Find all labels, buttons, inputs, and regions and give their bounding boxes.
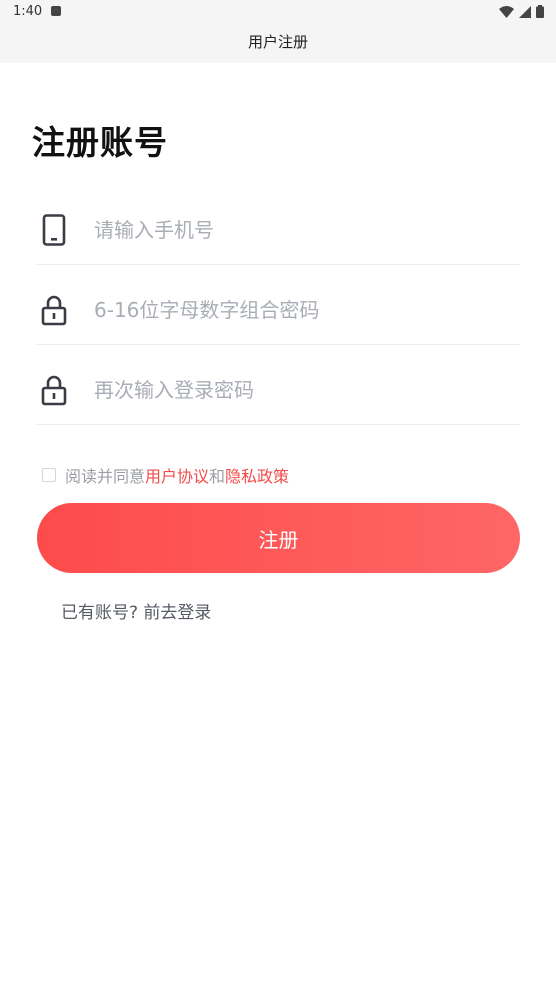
nav-title: 用户注册: [247, 33, 308, 51]
wifi-icon: [499, 5, 514, 18]
confirm-password-field-row: [37, 344, 520, 425]
agreement-row: 阅读并同意 用户协议和隐私政策: [42, 463, 289, 487]
lock-icon: [41, 375, 67, 406]
battery-icon: [536, 5, 544, 18]
register-button[interactable]: 注册: [37, 503, 520, 573]
lock-icon: [41, 295, 67, 326]
phone-field-row: [37, 184, 520, 265]
phone-input[interactable]: [92, 212, 496, 248]
status-bar: 1:40: [0, 0, 556, 24]
nav-bar: 用户注册: [0, 24, 556, 63]
status-icons: [499, 5, 544, 18]
password-field-row: [37, 264, 520, 345]
notification-icon: [51, 6, 61, 16]
agreement-prefix: 阅读并同意: [65, 467, 146, 486]
confirm-password-input[interactable]: [92, 372, 496, 408]
status-time: 1:40: [13, 4, 43, 19]
signal-icon: [519, 5, 531, 18]
phone-icon: [42, 214, 66, 246]
user-agreement-link[interactable]: 用户协议: [145, 463, 209, 487]
page-title: 注册账号: [32, 123, 168, 162]
agreement-checkbox[interactable]: [42, 468, 56, 482]
privacy-policy-link[interactable]: 隐私政策: [225, 463, 289, 487]
password-input[interactable]: [92, 292, 496, 328]
go-login-link[interactable]: 已有账号? 前去登录: [61, 598, 211, 623]
agreement-conjunction: 和: [209, 467, 226, 486]
